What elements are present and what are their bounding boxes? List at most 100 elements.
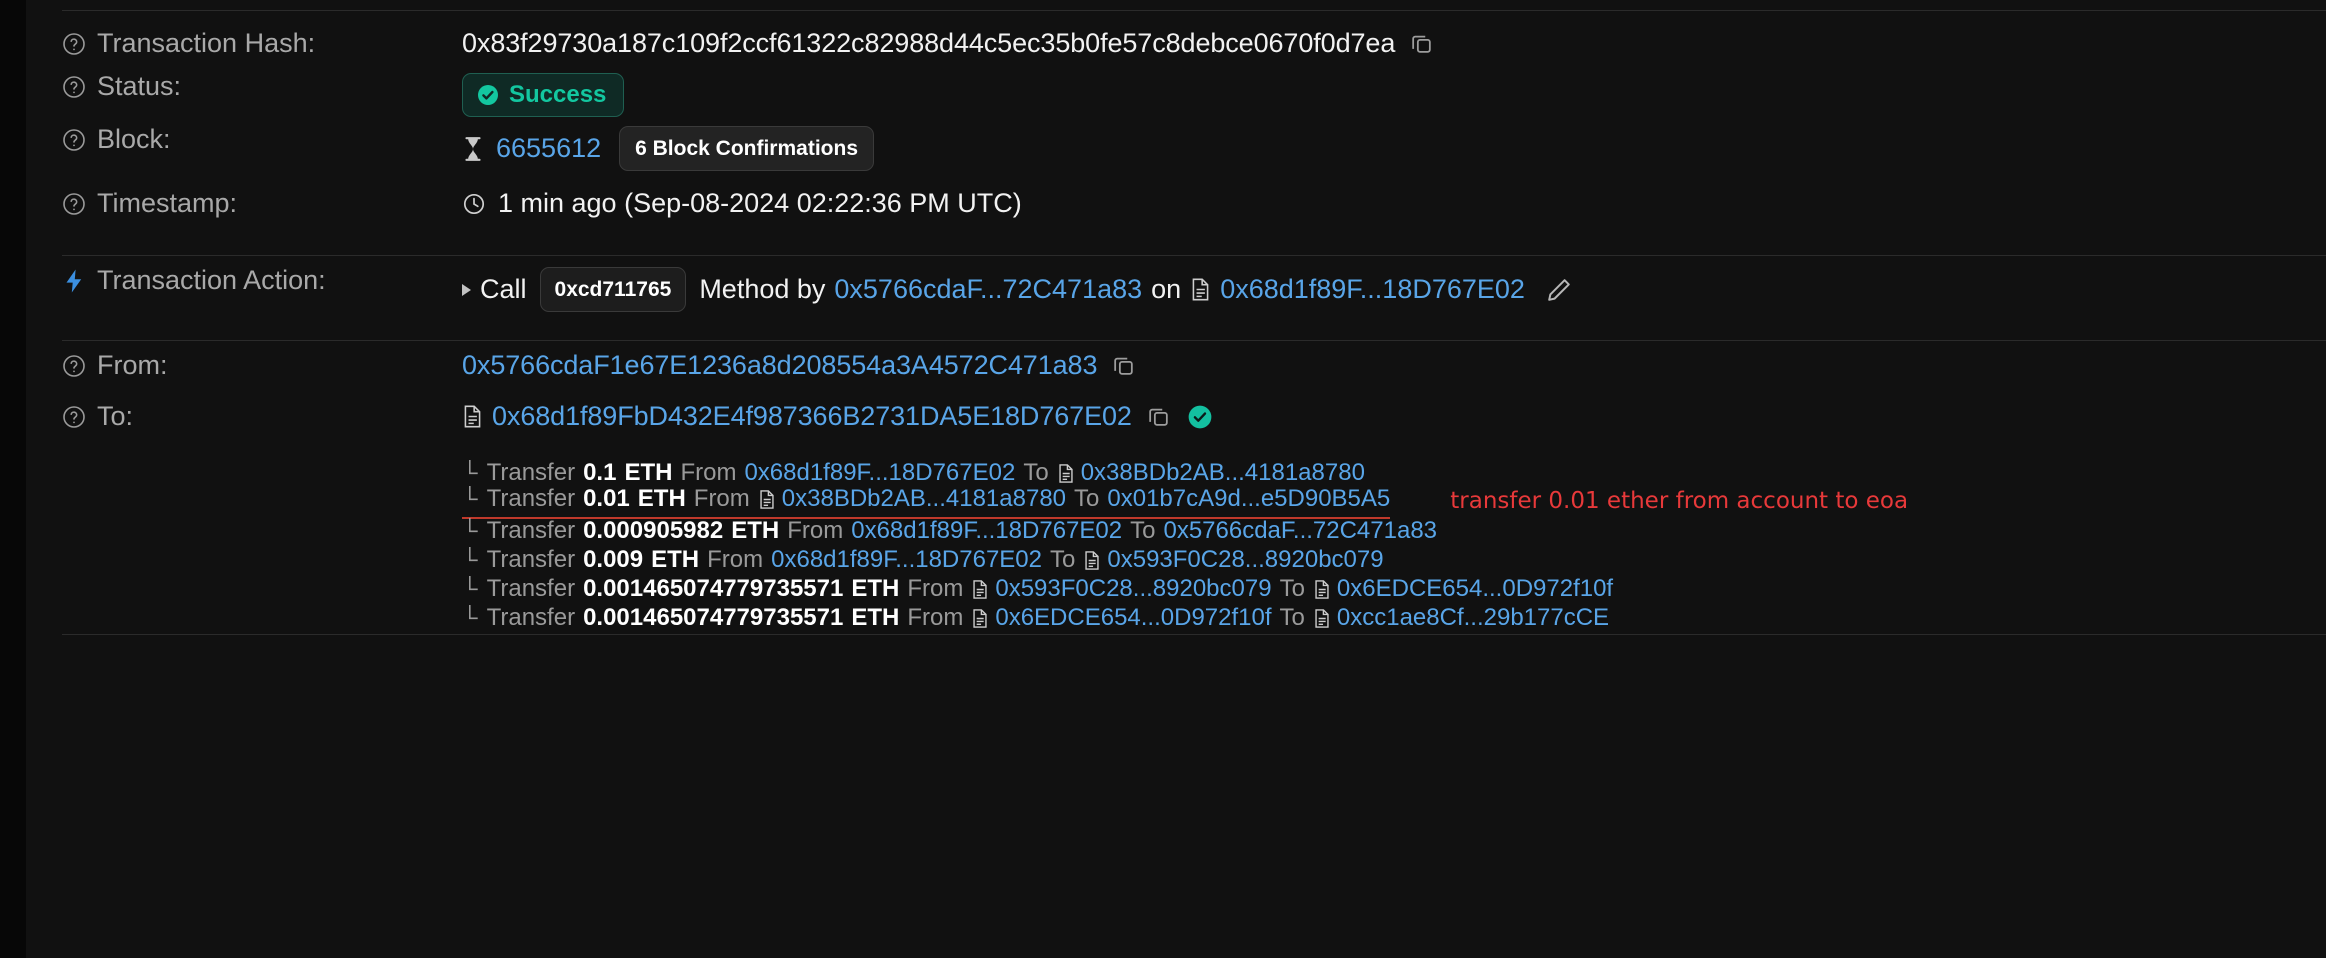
transfer-to-address-link[interactable]: 0x38BDb2AB...4181a8780	[1081, 460, 1365, 485]
transfer-row: └ Transfer 0.001465074779735571 ETH From 0x59…	[462, 574, 1908, 603]
pencil-icon[interactable]	[1545, 276, 1573, 304]
transfer-prefix-label: Transfer	[486, 458, 576, 486]
transfer-prefix-label: Transfer	[486, 516, 576, 544]
row-transaction-action: Transaction Action: Call 0xcd711765 Meth…	[26, 267, 2326, 323]
transfer-unit: ETH	[651, 545, 700, 573]
transfer-row: └ Transfer 0.000905982 ETH From 0x68d1f89F...…	[462, 516, 1908, 545]
transfer-amount: 0.000905982	[583, 516, 724, 544]
block-confirmations-badge: 6 Block Confirmations	[619, 126, 874, 171]
transfer-row: └ Transfer 0.001465074779735571 ETH From 0x6E…	[462, 603, 1908, 632]
transfer-from-address-link[interactable]: 0x68d1f89F...18D767E02	[771, 547, 1042, 572]
help-circle-icon[interactable]	[62, 192, 86, 216]
timestamp-value-group: 1 min ago (Sep-08-2024 02:22:36 PM UTC)	[462, 190, 2326, 217]
action-method-id-badge: 0xcd711765	[539, 267, 687, 312]
from-value-group: 0x5766cdaF1e67E1236a8d208554a3A4572C471a…	[462, 352, 2326, 379]
transfer-amount: 0.009	[583, 545, 644, 573]
action-on-word: on	[1151, 274, 1182, 304]
transfer-from-word: From	[907, 574, 964, 602]
transfer-from-address-link[interactable]: 0x593F0C28...8920bc079	[995, 576, 1271, 601]
transfer-from-address-link[interactable]: 0x68d1f89F...18D767E02	[851, 518, 1122, 543]
contract-document-icon	[1083, 550, 1101, 571]
to-address-link[interactable]: 0x68d1f89FbD432E4f987366B2731DA5E18D767E…	[492, 403, 1132, 430]
transfer-row: └ Transfer 0.1 ETH From 0x68d1f89F...18D767E0…	[462, 458, 1908, 487]
transaction-hash-value-group: 0x83f29730a187c109f2ccf61322c82988d44c5e…	[462, 30, 2326, 57]
transfer-unit: ETH	[851, 574, 900, 602]
row-to: To: 0x68d1f89FbD432E4f987366B2731DA5E18D…	[26, 403, 2326, 451]
help-circle-icon[interactable]	[62, 405, 86, 429]
transfer-to-address-link[interactable]: 0x6EDCE654...0D972f10f	[1337, 576, 1613, 601]
transfer-from-address-link[interactable]: 0x6EDCE654...0D972f10f	[995, 605, 1271, 630]
row-timestamp: Timestamp: 1 min ago (Sep-08-2024 02:22:…	[26, 190, 2326, 238]
contract-document-icon	[1190, 277, 1211, 302]
transfer-row-content: └ Transfer 0.01 ETH From 0x38BDb2AB...4181a87…	[462, 484, 1391, 519]
verified-check-icon	[1187, 404, 1213, 430]
transfer-corner-glyph: └	[462, 604, 478, 630]
divider-above-transaction-action	[62, 255, 2326, 256]
transaction-hash-label: Transaction Hash:	[97, 28, 316, 58]
transfer-to-address-link[interactable]: 0x01b7cA9d...e5D90B5A5	[1107, 486, 1390, 511]
help-circle-icon[interactable]	[62, 32, 86, 56]
timestamp-label-group: Timestamp:	[62, 190, 462, 217]
transfer-to-word: To	[1050, 545, 1076, 573]
copy-icon[interactable]	[1409, 31, 1434, 56]
action-method-by-word: Method by	[699, 274, 826, 304]
transfer-corner-glyph: └	[462, 546, 478, 572]
transfer-prefix-label: Transfer	[486, 574, 576, 602]
row-status: Status: Success	[26, 73, 2326, 125]
transfer-amount: 0.01	[583, 484, 630, 512]
divider-below-transaction-action	[62, 340, 2326, 341]
caret-right-icon[interactable]	[462, 283, 471, 296]
lightning-bolt-icon	[62, 268, 86, 294]
copy-icon[interactable]	[1111, 353, 1136, 378]
transfer-corner-glyph: └	[462, 575, 478, 601]
transfer-prefix-label: Transfer	[486, 484, 576, 512]
help-circle-icon[interactable]	[62, 128, 86, 152]
row-block: Block: 6655612 6 Block Confirmations	[26, 126, 2326, 178]
help-circle-icon[interactable]	[62, 354, 86, 378]
transfer-row-content: └ Transfer 0.001465074779735571 ETH From 0x6E…	[462, 603, 1609, 632]
transaction-overview-card: Transaction Hash: 0x83f29730a187c109f2cc…	[26, 0, 2326, 958]
check-circle-icon	[476, 83, 500, 107]
transfer-row-content: └ Transfer 0.000905982 ETH From 0x68d1f89F...…	[462, 516, 1437, 545]
transfer-to-address-link[interactable]: 0x5766cdaF...72C471a83	[1163, 518, 1437, 543]
transfer-amount: 0.001465074779735571	[583, 603, 844, 631]
transfer-prefix-label: Transfer	[486, 603, 576, 631]
transaction-action-label: Transaction Action:	[97, 265, 326, 295]
transfer-row-content: └ Transfer 0.001465074779735571 ETH From 0x59…	[462, 574, 1613, 603]
status-label-group: Status:	[62, 73, 462, 100]
transfer-to-address-link[interactable]: 0x593F0C28...8920bc079	[1107, 547, 1383, 572]
action-call-word: Call	[480, 274, 527, 304]
transfer-annotation: transfer 0.01 ether from account to eoa	[1450, 488, 1909, 514]
transfer-row-content: └ Transfer 0.009 ETH From 0x68d1f89F...18D767…	[462, 545, 1384, 574]
transfer-to-word: To	[1279, 603, 1305, 631]
copy-icon[interactable]	[1146, 404, 1171, 429]
timestamp-label: Timestamp:	[97, 188, 238, 218]
action-caller-link[interactable]: 0x5766cdaF...72C471a83	[834, 276, 1142, 303]
transaction-details-page: Transaction Hash: 0x83f29730a187c109f2cc…	[0, 0, 2326, 958]
transfer-corner-glyph: └	[462, 485, 478, 511]
action-contract-link[interactable]: 0x68d1f89F...18D767E02	[1220, 276, 1525, 303]
transfer-amount: 0.1	[583, 458, 617, 486]
to-label: To:	[97, 401, 134, 431]
transfer-from-word: From	[707, 545, 764, 573]
status-badge-label: Success	[509, 81, 607, 108]
help-circle-icon[interactable]	[62, 75, 86, 99]
transfer-row: └ Transfer 0.01 ETH From 0x38BDb2AB...4181a87…	[462, 484, 1909, 519]
transfer-unit: ETH	[851, 603, 900, 631]
hourglass-icon	[462, 136, 484, 162]
transfer-row-content: └ Transfer 0.1 ETH From 0x68d1f89F...18D767E0…	[462, 458, 1365, 487]
contract-document-icon	[462, 404, 483, 429]
row-from: From: 0x5766cdaF1e67E1236a8d208554a3A457…	[26, 352, 2326, 400]
contract-document-icon	[971, 608, 989, 629]
transfer-to-address-link[interactable]: 0xcc1ae8Cf...29b177cCE	[1337, 605, 1609, 630]
transaction-hash-label-group: Transaction Hash:	[62, 30, 462, 57]
block-number-link[interactable]: 6655612	[496, 135, 601, 162]
transfer-row: └ Transfer 0.009 ETH From 0x68d1f89F...18D767…	[462, 545, 1908, 574]
transaction-hash-value: 0x83f29730a187c109f2ccf61322c82988d44c5e…	[462, 28, 1396, 58]
transfer-from-address-link[interactable]: 0x68d1f89F...18D767E02	[744, 460, 1015, 485]
status-value-group: Success	[462, 73, 2326, 117]
transfer-from-address-link[interactable]: 0x38BDb2AB...4181a8780	[782, 486, 1066, 511]
from-address-link[interactable]: 0x5766cdaF1e67E1236a8d208554a3A4572C471a…	[462, 352, 1097, 379]
block-value-group: 6655612 6 Block Confirmations	[462, 126, 2326, 171]
transfer-amount: 0.001465074779735571	[583, 574, 844, 602]
